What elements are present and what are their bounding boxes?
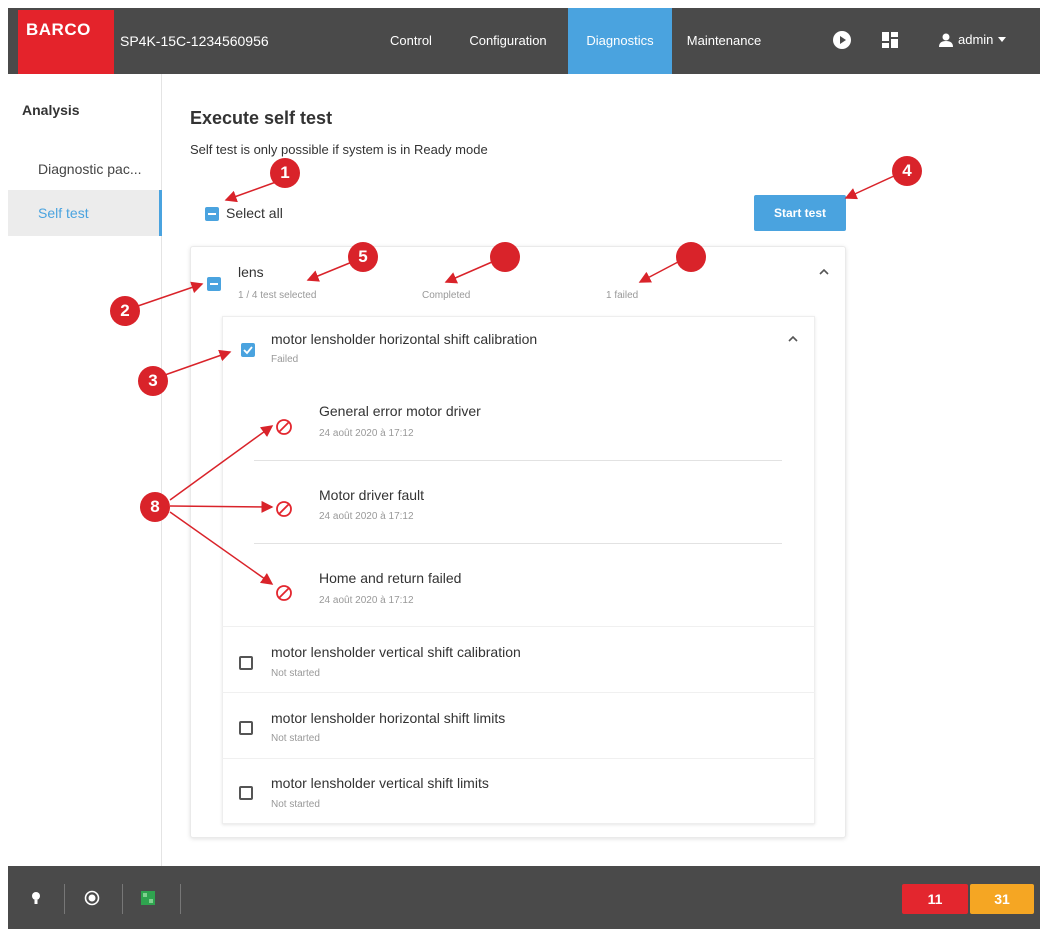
error-count-badge[interactable]: 11 bbox=[902, 884, 968, 914]
divider bbox=[254, 460, 782, 461]
check-icon bbox=[243, 346, 253, 355]
error-icon bbox=[276, 501, 292, 517]
logo-text: BARCO bbox=[26, 20, 91, 39]
barco-logo[interactable]: BARCO bbox=[18, 10, 114, 76]
sidebar-heading: Analysis bbox=[22, 102, 80, 118]
divider bbox=[222, 758, 815, 759]
error-title-3: Home and return failed bbox=[319, 570, 462, 586]
lens-failed-count: 1 failed bbox=[606, 290, 639, 301]
tab-maintenance[interactable]: Maintenance bbox=[674, 8, 774, 74]
test-pattern-icon[interactable] bbox=[140, 890, 156, 906]
lens-group-checkbox[interactable] bbox=[207, 277, 221, 291]
annotation-5: 5 bbox=[348, 242, 378, 272]
tab-control[interactable]: Control bbox=[372, 8, 450, 74]
error-icon bbox=[276, 419, 292, 435]
divider bbox=[222, 626, 815, 627]
error-icon bbox=[276, 585, 292, 601]
bottom-status-bar bbox=[8, 866, 1040, 929]
divider bbox=[122, 884, 123, 914]
error-time-1: 24 août 2020 à 17:12 bbox=[319, 428, 414, 439]
tab-configuration[interactable]: Configuration bbox=[450, 8, 566, 74]
lamp-icon[interactable] bbox=[28, 890, 44, 906]
divider bbox=[254, 543, 782, 544]
annotation-blank-1 bbox=[490, 242, 520, 272]
chevron-up-icon[interactable] bbox=[787, 333, 799, 345]
error-time-2: 24 août 2020 à 17:12 bbox=[319, 511, 414, 522]
test-checkbox-2[interactable] bbox=[239, 656, 253, 670]
annotation-3: 3 bbox=[138, 366, 168, 396]
test-status-2: Not started bbox=[271, 668, 320, 679]
page-title: Execute self test bbox=[190, 108, 333, 128]
sidebar: Analysis Diagnostic pac... Self test bbox=[8, 74, 162, 866]
divider bbox=[180, 884, 181, 914]
page-subtitle: Self test is only possible if system is … bbox=[190, 142, 488, 157]
annotation-blank-2 bbox=[676, 242, 706, 272]
warning-count-badge[interactable]: 31 bbox=[970, 884, 1034, 914]
sidebar-item-self-test[interactable]: Self test bbox=[8, 190, 162, 236]
tests-list bbox=[222, 316, 815, 824]
chevron-up-icon[interactable] bbox=[818, 266, 830, 278]
test-title-3: motor lensholder horizontal shift limits bbox=[271, 710, 506, 726]
divider bbox=[222, 692, 815, 693]
sidebar-item-diagnostic-package[interactable]: Diagnostic pac... bbox=[8, 146, 162, 192]
annotation-8: 8 bbox=[140, 492, 170, 522]
play-icon[interactable] bbox=[832, 30, 852, 50]
user-menu[interactable]: admin bbox=[938, 32, 1007, 47]
lens-selected-count: 1 / 4 test selected bbox=[238, 290, 317, 301]
test-status-1: Failed bbox=[271, 354, 299, 365]
test-checkbox-3[interactable] bbox=[239, 721, 253, 735]
select-all-checkbox[interactable] bbox=[205, 207, 219, 221]
select-all-label: Select all bbox=[226, 205, 283, 221]
lens-group-title: lens bbox=[238, 264, 264, 280]
user-icon bbox=[939, 33, 953, 47]
test-status-4: Not started bbox=[271, 799, 320, 810]
shutter-icon[interactable] bbox=[84, 890, 100, 906]
divider bbox=[64, 884, 65, 914]
start-test-button[interactable]: Start test bbox=[754, 195, 846, 231]
caret-down-icon bbox=[998, 36, 1007, 42]
test-title-2: motor lensholder vertical shift calibrat… bbox=[271, 644, 521, 660]
tab-diagnostics[interactable]: Diagnostics bbox=[568, 8, 672, 74]
device-name: SP4K-15C-1234560956 bbox=[120, 33, 269, 49]
error-title-1: General error motor driver bbox=[319, 403, 481, 419]
error-time-3: 24 août 2020 à 17:12 bbox=[319, 595, 414, 606]
annotation-1: 1 bbox=[270, 158, 300, 188]
annotation-2: 2 bbox=[110, 296, 140, 326]
test-title-1: motor lensholder horizontal shift calibr… bbox=[271, 331, 538, 347]
user-name: admin bbox=[958, 32, 994, 47]
test-checkbox-4[interactable] bbox=[239, 786, 253, 800]
annotation-4: 4 bbox=[892, 156, 922, 186]
test-status-3: Not started bbox=[271, 733, 320, 744]
test-title-4: motor lensholder vertical shift limits bbox=[271, 775, 489, 791]
layout-grid-icon[interactable] bbox=[880, 30, 900, 50]
test-checkbox-1[interactable] bbox=[241, 343, 255, 357]
lens-status: Completed bbox=[422, 290, 471, 301]
error-title-2: Motor driver fault bbox=[319, 487, 425, 503]
